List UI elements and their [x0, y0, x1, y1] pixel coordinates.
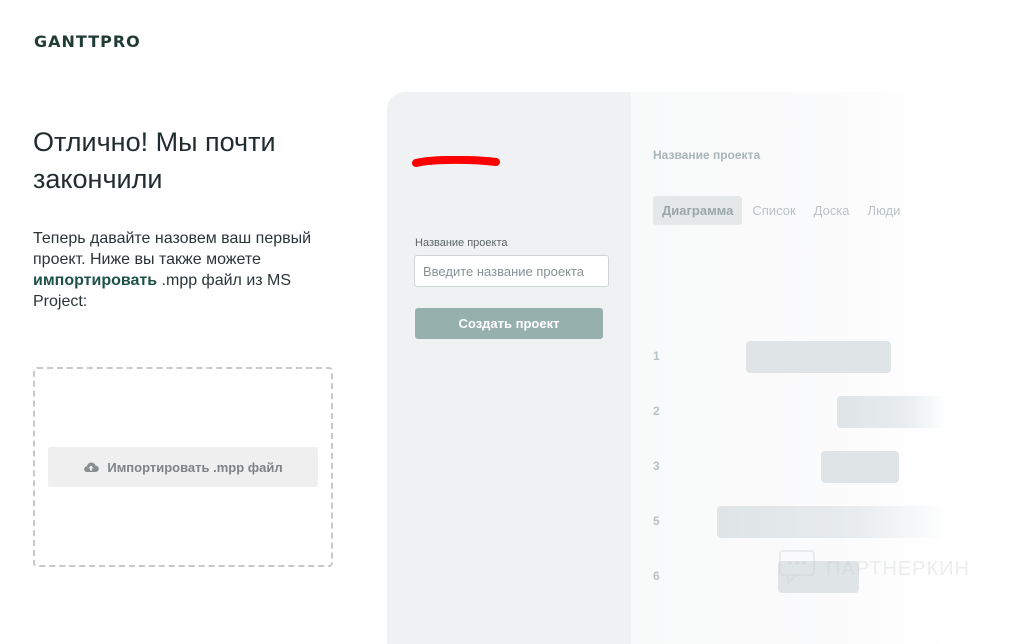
watermark: ПАРТНЕРКИН — [778, 548, 970, 591]
intro-text-start: Теперь давайте назовем ваш первый проект… — [33, 230, 312, 268]
gantt-bar — [821, 451, 899, 483]
red-scribble — [412, 156, 500, 167]
row-number: 6 — [653, 569, 660, 583]
row-number: 5 — [653, 514, 660, 528]
tab-people: Люди — [867, 203, 901, 218]
row-number: 2 — [653, 404, 660, 418]
ganttpro-logo: GANTTPRO — [34, 32, 141, 51]
intro-text: Теперь давайте назовем ваш первый проект… — [33, 228, 343, 312]
page-heading: Отлично! Мы почти закончили — [33, 127, 276, 194]
tab-list: Список — [752, 203, 796, 218]
chat-bubble-icon — [778, 548, 816, 591]
project-form-section: Название проекта Создать проект — [387, 92, 631, 644]
tab-gantt: Диаграмма — [653, 196, 743, 225]
import-mpp-button-label: Импортировать .mpp файл — [107, 459, 283, 475]
row-number: 3 — [653, 459, 660, 473]
tab-board: Доска — [813, 203, 850, 218]
gantt-bar — [837, 396, 947, 428]
import-link[interactable]: импортировать — [33, 272, 157, 289]
gantt-bar — [746, 341, 891, 373]
preview-project-title: Название проекта — [653, 148, 761, 162]
import-mpp-button[interactable]: Импортировать .mpp файл — [48, 447, 318, 487]
preview-tabs: Диаграмма Список Доска Люди — [653, 196, 910, 225]
onboarding-page: GANTTPRO Отлично! Мы почти закончили Теп… — [0, 0, 1033, 644]
gantt-bar — [717, 506, 947, 538]
project-name-label: Название проекта — [415, 237, 508, 249]
cloud-upload-icon — [83, 461, 100, 473]
mpp-dropzone[interactable]: Импортировать .mpp файл — [33, 367, 333, 567]
project-name-input[interactable] — [414, 255, 609, 287]
row-number: 1 — [653, 349, 660, 363]
watermark-text: ПАРТНЕРКИН — [826, 558, 970, 580]
create-project-button[interactable]: Создать проект — [415, 308, 603, 339]
